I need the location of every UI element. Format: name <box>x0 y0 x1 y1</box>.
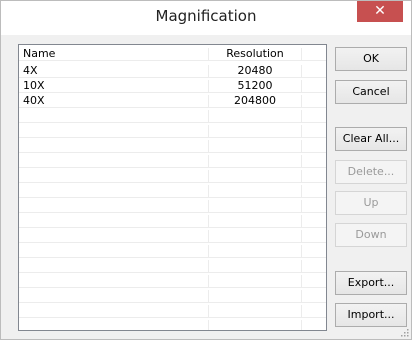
magnification-list[interactable]: Name Resolution 4X 20480 10X 51200 40X 2… <box>18 44 327 331</box>
empty-row <box>19 215 326 228</box>
title-bar: Magnification ✕ <box>1 1 411 35</box>
up-button[interactable]: Up <box>335 191 407 215</box>
empty-row <box>19 275 326 288</box>
export-button[interactable]: Export... <box>335 271 407 295</box>
table-row[interactable]: 10X 51200 <box>19 80 326 93</box>
empty-row <box>19 230 326 243</box>
row-resolution: 20480 <box>237 64 273 77</box>
cancel-button[interactable]: Cancel <box>335 80 407 104</box>
ok-button[interactable]: OK <box>335 47 407 71</box>
close-icon: ✕ <box>374 3 386 19</box>
table-row[interactable]: 40X 204800 <box>19 95 326 108</box>
empty-row <box>19 245 326 258</box>
import-button[interactable]: Import... <box>335 303 407 327</box>
empty-row <box>19 200 326 213</box>
row-resolution: 204800 <box>234 94 276 107</box>
empty-row <box>19 140 326 153</box>
delete-button[interactable]: Delete... <box>335 160 407 184</box>
empty-row <box>19 290 326 303</box>
empty-row <box>19 155 326 168</box>
clear-all-button[interactable]: Clear All... <box>335 127 407 151</box>
empty-row <box>19 185 326 198</box>
list-header: Name Resolution <box>19 48 326 61</box>
empty-row <box>19 305 326 318</box>
empty-row <box>19 260 326 273</box>
empty-row <box>19 170 326 183</box>
row-name: 4X <box>23 64 38 77</box>
row-name: 10X <box>23 79 45 92</box>
column-header-name[interactable]: Name <box>23 48 55 60</box>
magnification-dialog: Magnification ✕ Name Resolution 4X 20480… <box>0 0 412 340</box>
column-header-resolution[interactable]: Resolution <box>209 48 301 60</box>
close-button[interactable]: ✕ <box>357 1 403 22</box>
resize-grip-icon[interactable] <box>401 329 409 337</box>
empty-row <box>19 125 326 138</box>
row-name: 40X <box>23 94 45 107</box>
empty-row <box>19 320 326 330</box>
down-button[interactable]: Down <box>335 223 407 247</box>
dialog-title: Magnification <box>155 7 257 25</box>
table-row[interactable]: 4X 20480 <box>19 65 326 78</box>
row-resolution: 51200 <box>237 79 273 92</box>
empty-row <box>19 110 326 123</box>
